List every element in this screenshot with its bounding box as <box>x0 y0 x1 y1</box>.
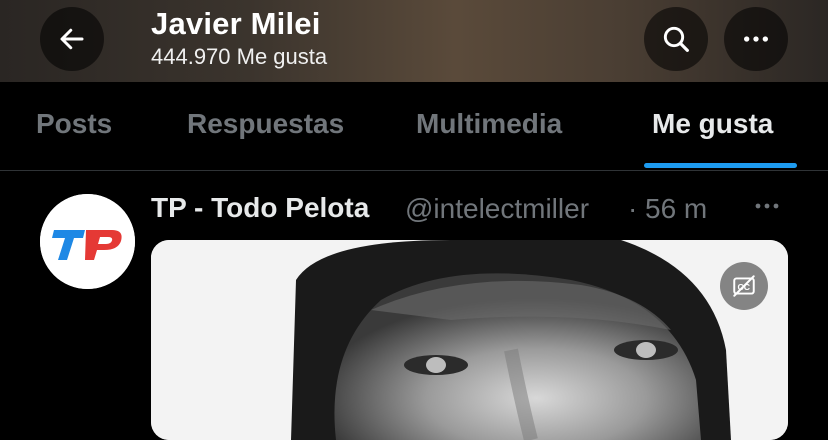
profile-likes-count: 444.970 Me gusta <box>151 44 328 69</box>
tab-multimedia[interactable]: Multimedia <box>416 108 562 140</box>
profile-name: Javier Milei <box>151 6 321 41</box>
post-timestamp[interactable]: 56 m <box>645 193 707 225</box>
captions-off-icon: CC <box>733 275 755 297</box>
search-button[interactable] <box>644 7 708 71</box>
captions-toggle-button[interactable]: CC <box>720 262 768 310</box>
post-author-handle[interactable]: @intelectmiller <box>405 193 589 225</box>
tab-posts[interactable]: Posts <box>36 108 112 140</box>
post-meta-separator: · <box>628 193 638 224</box>
more-horizontal-icon <box>755 203 779 209</box>
avatar[interactable]: TP <box>40 194 135 289</box>
active-tab-indicator <box>644 163 797 168</box>
tab-me-gusta[interactable]: Me gusta <box>652 108 773 140</box>
arrow-left-icon <box>60 28 84 50</box>
search-icon <box>663 26 689 52</box>
todo-pelota-logo: TP <box>40 194 135 289</box>
more-horizontal-icon <box>744 36 768 42</box>
profile-header: Javier Milei 444.970 Me gusta <box>0 0 828 82</box>
post-author-name[interactable]: TP - Todo Pelota <box>151 192 369 224</box>
post-more-button[interactable] <box>752 196 782 221</box>
post-video[interactable] <box>151 240 788 440</box>
profile-tabs: Posts Respuestas Multimedia Me gusta <box>0 82 828 171</box>
more-options-button[interactable] <box>724 7 788 71</box>
back-button[interactable] <box>40 7 104 71</box>
video-frame <box>151 240 788 440</box>
tab-respuestas[interactable]: Respuestas <box>187 108 344 140</box>
